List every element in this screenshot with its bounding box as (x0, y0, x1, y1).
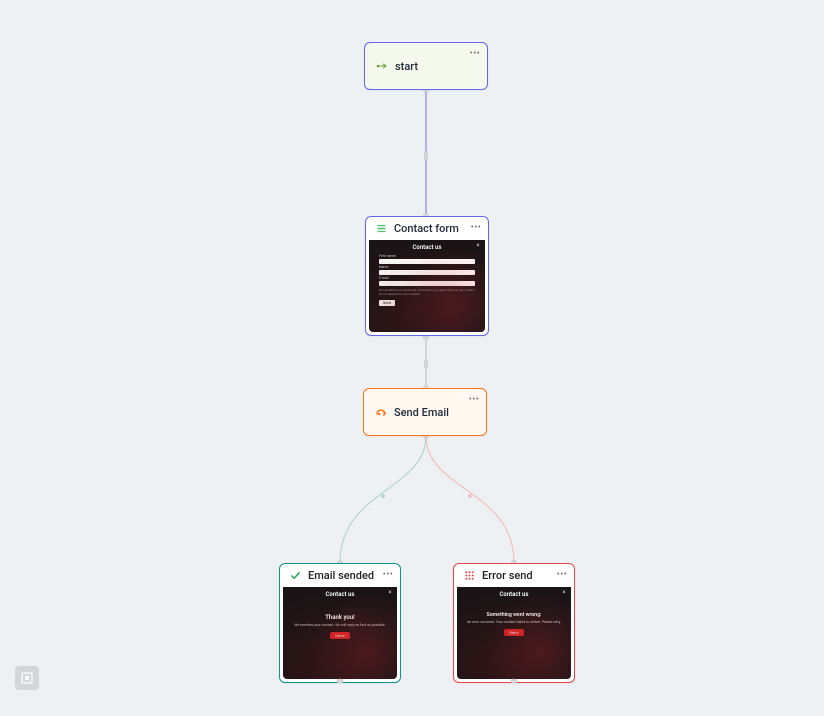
success-preview-title: Contact us (326, 591, 355, 598)
success-button-preview: Done (330, 632, 349, 639)
node-success-title: Email sended (308, 569, 392, 582)
node-error-title: Error send (482, 569, 566, 582)
node-menu-start[interactable] (469, 48, 481, 60)
start-icon (375, 59, 389, 73)
check-icon (288, 568, 302, 582)
consent-text: By submitting your personal information,… (369, 286, 485, 297)
bottom-ports (0, 0, 824, 716)
node-success-preview[interactable]: Contact us × Thank you! We received your… (283, 587, 397, 679)
close-icon: × (475, 243, 481, 249)
field-firstname-label: First name (369, 253, 485, 258)
node-email-sent[interactable]: Email sended Contact us × Thank you! We … (279, 563, 401, 683)
close-icon: × (561, 590, 567, 596)
form-icon (374, 221, 388, 235)
error-grid-icon (462, 568, 476, 582)
error-button-preview: Retry (504, 629, 523, 636)
submit-button-preview: Send (379, 300, 395, 306)
email-icon (374, 405, 388, 419)
error-body: An error occurred. Your contact failed t… (457, 618, 571, 625)
node-start[interactable]: start (364, 42, 488, 90)
node-error-preview[interactable]: Contact us × Something went wrong: An er… (457, 587, 571, 679)
error-headline: Something went wrong: (457, 600, 571, 618)
node-error-send[interactable]: Error send Contact us × Something went w… (453, 563, 575, 683)
success-body: We received your contact. We will reply … (283, 621, 397, 628)
flow-edges (0, 0, 824, 716)
node-menu-error[interactable] (556, 569, 568, 581)
error-preview-title: Contact us (500, 591, 529, 598)
node-send-email[interactable]: Send Email (363, 388, 487, 436)
field-name-label: Name (369, 264, 485, 269)
node-send-title: Send Email (394, 406, 478, 419)
fit-view-button[interactable] (15, 666, 39, 690)
node-menu-contact[interactable] (470, 222, 482, 234)
node-contact-preview[interactable]: Contact us × First name Name E-mail By s… (369, 240, 485, 332)
node-contact-title: Contact form (394, 222, 480, 235)
contact-preview-title: Contact us (413, 244, 442, 251)
node-contact-form[interactable]: Contact form Contact us × First name Nam… (365, 216, 489, 336)
node-menu-success[interactable] (382, 569, 394, 581)
node-start-title: start (395, 60, 479, 73)
node-menu-send[interactable] (468, 394, 480, 406)
success-headline: Thank you! (283, 600, 397, 621)
close-icon: × (387, 590, 393, 596)
field-email-label: E-mail (369, 275, 485, 280)
